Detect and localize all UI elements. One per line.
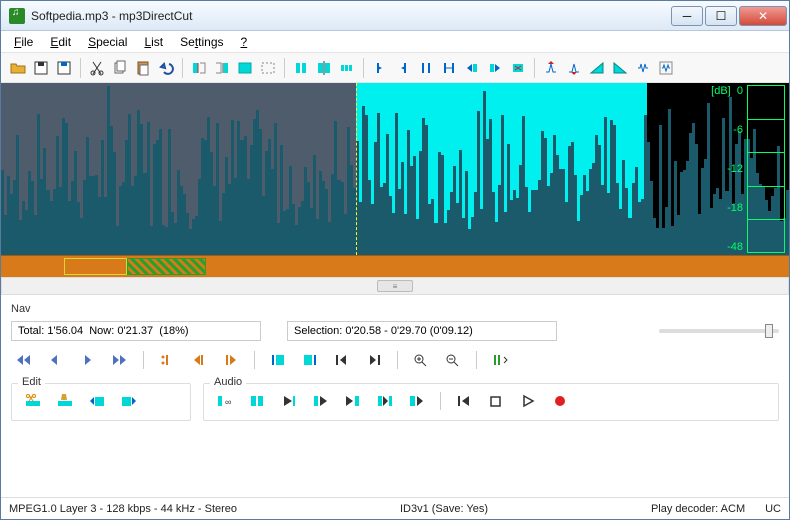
undo-icon[interactable] (155, 57, 177, 79)
svg-text:∞: ∞ (225, 397, 231, 407)
timeline-view-marker (64, 258, 127, 275)
window-title: Softpedia.mp3 - mp3DirectCut (31, 9, 669, 23)
playhead-cursor (356, 83, 357, 255)
menu-settings[interactable]: Settings (173, 33, 230, 51)
set-begin-icon[interactable] (188, 57, 210, 79)
audio-group: Audio ∞ (203, 383, 779, 421)
menu-file[interactable]: File (7, 33, 40, 51)
status-uc: UC (765, 503, 781, 515)
play-loop-button[interactable]: ∞ (212, 390, 238, 412)
copy-icon[interactable] (109, 57, 131, 79)
record-button[interactable] (547, 390, 573, 412)
gain-down-icon[interactable] (563, 57, 585, 79)
forward-button[interactable] (75, 349, 101, 371)
paste-icon[interactable] (132, 57, 154, 79)
zoom-slider[interactable] (659, 329, 779, 333)
select-none-icon[interactable] (257, 57, 279, 79)
edit-group: Edit (11, 383, 191, 421)
marker-both-icon[interactable] (415, 57, 437, 79)
status-format: MPEG1.0 Layer 3 - 128 kbps - 44 kHz - St… (9, 503, 237, 515)
statusbar: MPEG1.0 Layer 3 - 128 kbps - 44 kHz - St… (1, 497, 789, 519)
goto-sel-start-button[interactable] (265, 349, 291, 371)
goto-sel-end-button[interactable] (297, 349, 323, 371)
menu-list[interactable]: List (137, 33, 170, 51)
select-all-icon[interactable] (234, 57, 256, 79)
edit-trim-right-button[interactable] (116, 390, 142, 412)
play-from-button[interactable] (276, 390, 302, 412)
marker-right-icon[interactable] (392, 57, 414, 79)
nav-label: Nav (11, 301, 779, 317)
menubar: File Edit Special List Settings ? (1, 31, 789, 53)
scrollbar-thumb[interactable]: ≡ (377, 280, 413, 292)
normalize-sel-icon[interactable] (655, 57, 677, 79)
close-button[interactable]: ✕ (739, 6, 787, 26)
goto-start-button[interactable] (329, 349, 355, 371)
zoom-out-button[interactable] (440, 349, 466, 371)
marker-shift-right-icon[interactable] (484, 57, 506, 79)
minimize-button[interactable]: ─ (671, 6, 703, 26)
play-sel-button[interactable] (244, 390, 270, 412)
open-icon[interactable] (7, 57, 29, 79)
marker-del-icon[interactable] (507, 57, 529, 79)
prev-edit-button[interactable] (186, 349, 212, 371)
toolbar (1, 53, 789, 83)
edit-paste-button[interactable] (52, 390, 78, 412)
waveform-display[interactable]: [dB] 0 -6 -12 -18 -48 (1, 83, 789, 255)
play-skip-button[interactable] (404, 390, 430, 412)
app-window: Softpedia.mp3 - mp3DirectCut ─ ☐ ✕ File … (0, 0, 790, 520)
goto-end-button[interactable] (361, 349, 387, 371)
nav-position-box: Total: 1'56.04 Now: 0'21.37 (18%) (11, 321, 261, 341)
app-icon (9, 8, 25, 24)
forward-large-button[interactable] (107, 349, 133, 371)
save-icon[interactable] (30, 57, 52, 79)
play-after-button[interactable] (340, 390, 366, 412)
menu-special[interactable]: Special (81, 33, 134, 51)
play-button[interactable] (515, 390, 541, 412)
menu-help[interactable]: ? (234, 33, 255, 51)
overview-timeline[interactable] (1, 255, 789, 277)
level-meter (747, 85, 785, 253)
next-edit-button[interactable] (218, 349, 244, 371)
marker-shift-left-icon[interactable] (461, 57, 483, 79)
menu-edit[interactable]: Edit (43, 33, 78, 51)
play-over-button[interactable] (372, 390, 398, 412)
stop-button[interactable] (483, 390, 509, 412)
status-decoder: Play decoder: ACM (651, 503, 745, 515)
gain-up-icon[interactable] (540, 57, 562, 79)
auto-cue-icon[interactable] (336, 57, 358, 79)
save-selection-icon[interactable] (53, 57, 75, 79)
maximize-button[interactable]: ☐ (705, 6, 737, 26)
split-icon[interactable] (313, 57, 335, 79)
goto-cue-button[interactable] (154, 349, 180, 371)
rewind-button[interactable] (43, 349, 69, 371)
titlebar: Softpedia.mp3 - mp3DirectCut ─ ☐ ✕ (1, 1, 789, 31)
marker-range-icon[interactable] (438, 57, 460, 79)
toggle-view-button[interactable] (487, 349, 513, 371)
audio-group-title: Audio (210, 376, 246, 388)
zoom-in-button[interactable] (408, 349, 434, 371)
prev-track-button[interactable] (451, 390, 477, 412)
edit-cut-button[interactable] (20, 390, 46, 412)
waveform-bars (1, 83, 789, 255)
edit-group-title: Edit (18, 376, 45, 388)
nav-selection-box: Selection: 0'20.58 - 0'29.70 (0'09.12) (287, 321, 557, 341)
play-before-button[interactable] (308, 390, 334, 412)
edit-trim-left-button[interactable] (84, 390, 110, 412)
set-end-icon[interactable] (211, 57, 233, 79)
rewind-large-button[interactable] (11, 349, 37, 371)
horizontal-scrollbar[interactable]: ≡ (1, 277, 789, 295)
cue-icon[interactable] (290, 57, 312, 79)
marker-left-icon[interactable] (369, 57, 391, 79)
timeline-selection-marker (127, 258, 206, 275)
fade-out-icon[interactable] (609, 57, 631, 79)
fade-in-icon[interactable] (586, 57, 608, 79)
status-id3: ID3v1 (Save: Yes) (400, 503, 488, 515)
normalize-icon[interactable] (632, 57, 654, 79)
db-scale: [dB] 0 -6 -12 -18 -48 (711, 85, 743, 253)
cut-icon[interactable] (86, 57, 108, 79)
